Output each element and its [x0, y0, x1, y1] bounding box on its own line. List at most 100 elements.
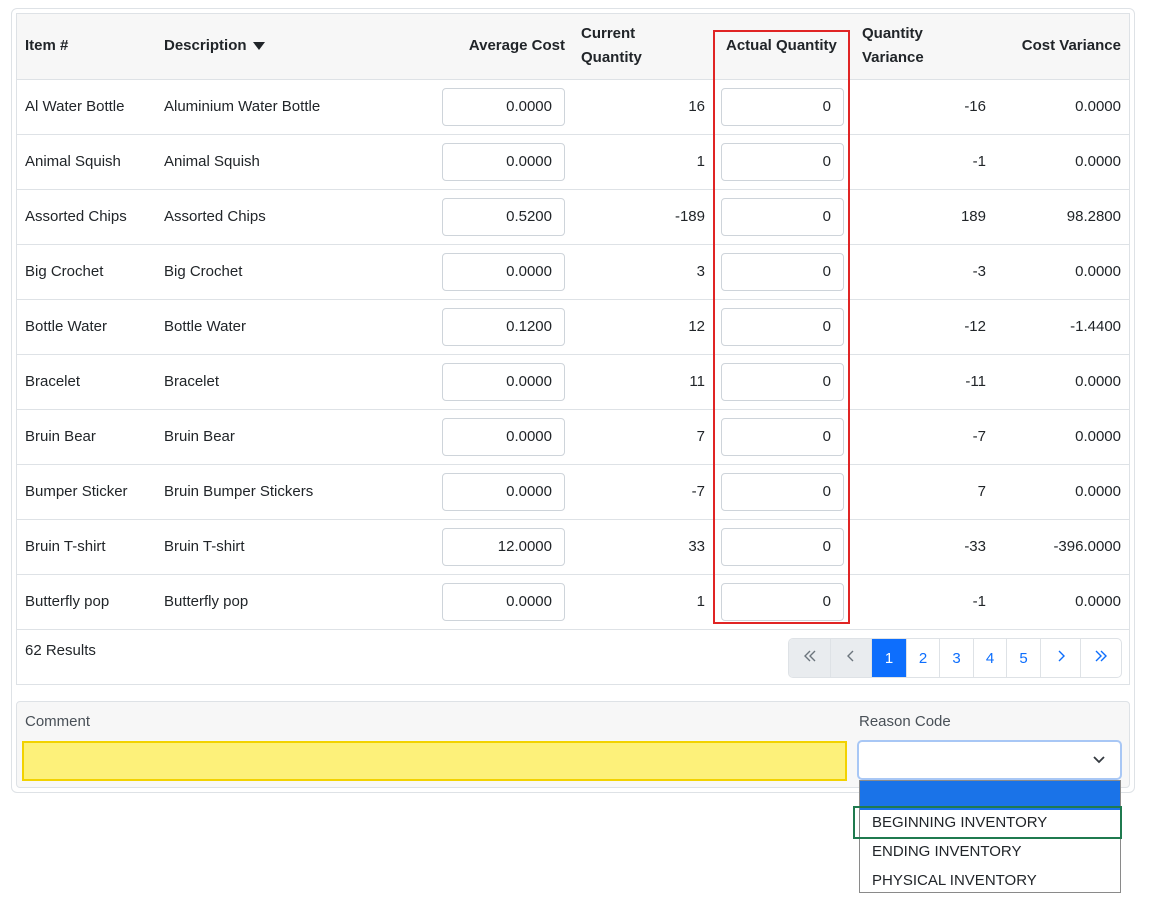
average-cost-input[interactable]: 0.0000: [442, 472, 565, 511]
average-cost-input[interactable]: 0.0000: [442, 417, 565, 456]
reason-code-option-ending-inventory[interactable]: ENDING INVENTORY: [860, 837, 1120, 866]
cell-quantity-variance: 7: [854, 464, 994, 520]
table-row: Bracelet Bracelet 0.0000 11 0 -11 0.0000: [17, 354, 1129, 410]
actual-quantity-input[interactable]: 0: [721, 527, 844, 566]
prev-page-button[interactable]: [830, 639, 871, 677]
comment-label: Comment: [25, 713, 91, 730]
inventory-grid: Item # Description Average Cost Current Q…: [16, 13, 1130, 685]
average-cost-input[interactable]: 12.0000: [442, 527, 565, 566]
actual-quantity-input[interactable]: 0: [721, 87, 844, 126]
page-button-3[interactable]: 3: [939, 639, 973, 677]
inventory-table: Item # Description Average Cost Current Q…: [17, 14, 1129, 630]
header-item[interactable]: Item #: [17, 14, 156, 80]
cell-cost-variance: -1.4400: [994, 299, 1129, 355]
cell-actual-quantity: 0: [713, 244, 854, 300]
cell-average-cost: 0.1200: [433, 299, 573, 355]
header-quantity-variance[interactable]: Quantity Variance: [854, 14, 994, 80]
cell-actual-quantity: 0: [713, 464, 854, 520]
page-button-5[interactable]: 5: [1006, 639, 1040, 677]
first-page-button[interactable]: [789, 639, 830, 677]
cell-item: Butterfly pop: [17, 574, 156, 630]
reason-code-option-physical-inventory[interactable]: PHYSICAL INVENTORY: [860, 866, 1120, 895]
average-cost-input[interactable]: 0.0000: [442, 252, 565, 291]
average-cost-input[interactable]: 0.0000: [442, 582, 565, 621]
actual-quantity-input[interactable]: 0: [721, 417, 844, 456]
reason-code-select[interactable]: [857, 740, 1122, 780]
cell-cost-variance: 98.2800: [994, 189, 1129, 245]
cell-item: Al Water Bottle: [17, 79, 156, 135]
cell-item: Bumper Sticker: [17, 464, 156, 520]
average-cost-input[interactable]: 0.1200: [442, 307, 565, 346]
table-row: Animal Squish Animal Squish 0.0000 1 0 -1 0.00…: [17, 134, 1129, 190]
page-button-4[interactable]: 4: [973, 639, 1006, 677]
cell-item: Bruin T-shirt: [17, 519, 156, 575]
cell-average-cost: 12.0000: [433, 519, 573, 575]
cell-description: Bruin Bumper Stickers: [156, 464, 433, 520]
cell-item: Bottle Water: [17, 299, 156, 355]
cell-quantity-variance: -1: [854, 574, 994, 630]
cell-average-cost: 0.0000: [433, 464, 573, 520]
cell-cost-variance: 0.0000: [994, 574, 1129, 630]
cell-actual-quantity: 0: [713, 354, 854, 410]
actual-quantity-input[interactable]: 0: [721, 472, 844, 511]
cell-current-quantity: 16: [573, 79, 713, 135]
average-cost-input[interactable]: 0.0000: [442, 142, 565, 181]
double-chevron-right-icon: [1094, 649, 1108, 667]
cell-description: Assorted Chips: [156, 189, 433, 245]
actual-quantity-input[interactable]: 0: [721, 197, 844, 236]
cell-cost-variance: 0.0000: [994, 134, 1129, 190]
actual-quantity-input[interactable]: 0: [721, 142, 844, 181]
comment-input[interactable]: [22, 741, 847, 781]
actual-quantity-input[interactable]: 0: [721, 252, 844, 291]
cell-actual-quantity: 0: [713, 574, 854, 630]
cell-item: Bracelet: [17, 354, 156, 410]
cell-quantity-variance: -3: [854, 244, 994, 300]
cell-cost-variance: 0.0000: [994, 244, 1129, 300]
last-page-button[interactable]: [1080, 639, 1121, 677]
average-cost-input[interactable]: 0.5200: [442, 197, 565, 236]
pagination: 1 2 3 4 5: [788, 638, 1122, 678]
cell-cost-variance: 0.0000: [994, 79, 1129, 135]
cell-actual-quantity: 0: [713, 519, 854, 575]
header-average-cost[interactable]: Average Cost: [433, 14, 573, 80]
cell-description: Butterfly pop: [156, 574, 433, 630]
actual-quantity-input[interactable]: 0: [721, 582, 844, 621]
cell-quantity-variance: 189: [854, 189, 994, 245]
cell-item: Bruin Bear: [17, 409, 156, 465]
average-cost-input[interactable]: 0.0000: [442, 87, 565, 126]
next-page-button[interactable]: [1040, 639, 1080, 677]
page-button-2[interactable]: 2: [906, 639, 939, 677]
cell-description: Aluminium Water Bottle: [156, 79, 433, 135]
cell-item: Assorted Chips: [17, 189, 156, 245]
table-row: Bruin Bear Bruin Bear 0.0000 7 0 -7 0.0000: [17, 409, 1129, 465]
cell-current-quantity: -189: [573, 189, 713, 245]
cell-average-cost: 0.0000: [433, 244, 573, 300]
average-cost-input[interactable]: 0.0000: [442, 362, 565, 401]
cell-actual-quantity: 0: [713, 79, 854, 135]
cell-average-cost: 0.0000: [433, 134, 573, 190]
cell-cost-variance: 0.0000: [994, 409, 1129, 465]
cell-cost-variance: 0.0000: [994, 354, 1129, 410]
cell-description: Bottle Water: [156, 299, 433, 355]
header-actual-quantity[interactable]: Actual Quantity: [713, 14, 854, 80]
cell-current-quantity: 11: [573, 354, 713, 410]
reason-code-label: Reason Code: [859, 713, 951, 730]
table-row: Al Water Bottle Aluminium Water Bottle 0.0…: [17, 79, 1129, 135]
table-row: Bumper Sticker Bruin Bumper Stickers 0.000…: [17, 464, 1129, 520]
cell-actual-quantity: 0: [713, 134, 854, 190]
results-count: 62 Results: [25, 642, 96, 659]
cell-description: Bracelet: [156, 354, 433, 410]
table-header-row: Item # Description Average Cost Current Q…: [17, 14, 1129, 80]
header-description[interactable]: Description: [156, 14, 433, 80]
actual-quantity-input[interactable]: 0: [721, 362, 844, 401]
header-current-quantity[interactable]: Current Quantity: [573, 14, 713, 80]
cell-cost-variance: 0.0000: [994, 464, 1129, 520]
table-row: Big Crochet Big Crochet 0.0000 3 0 -3 0.0000: [17, 244, 1129, 300]
cell-current-quantity: 33: [573, 519, 713, 575]
cell-average-cost: 0.0000: [433, 409, 573, 465]
header-cost-variance[interactable]: Cost Variance: [994, 14, 1129, 80]
cell-current-quantity: 3: [573, 244, 713, 300]
page-button-1[interactable]: 1: [871, 639, 906, 677]
actual-quantity-input[interactable]: 0: [721, 307, 844, 346]
cell-item: Big Crochet: [17, 244, 156, 300]
